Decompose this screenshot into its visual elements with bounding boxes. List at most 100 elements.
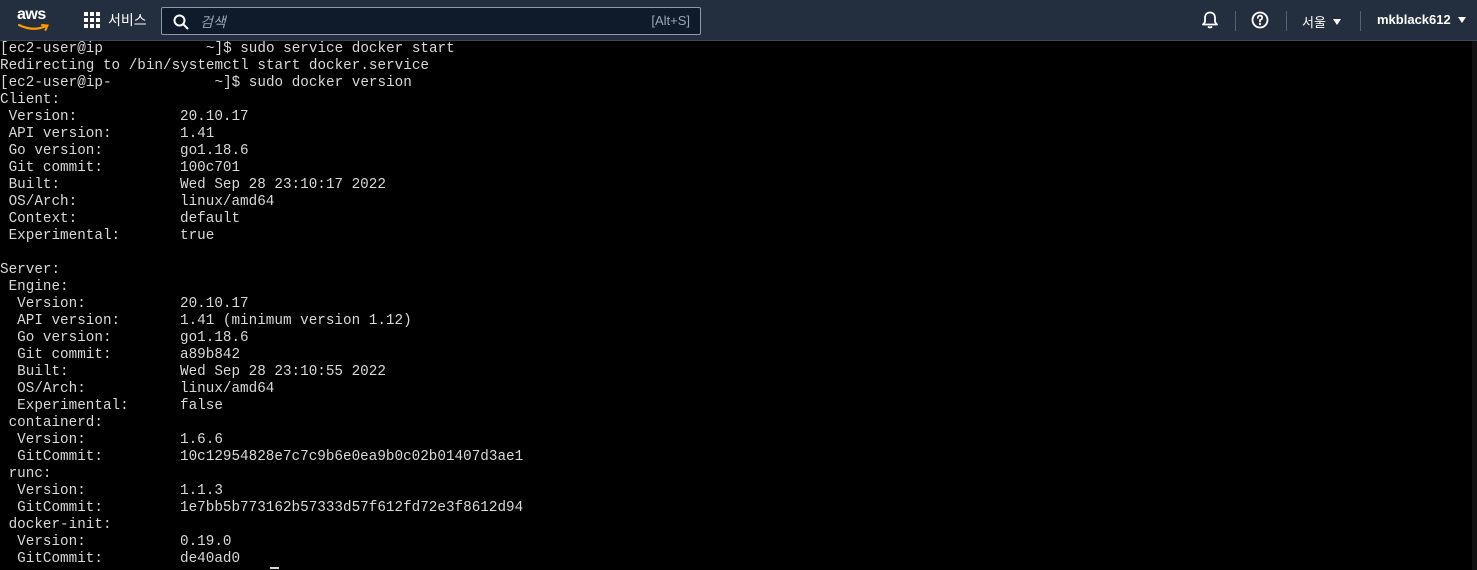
search-icon bbox=[173, 14, 189, 30]
terminal-line-value: 1.41 bbox=[180, 126, 215, 142]
terminal-line-value: default bbox=[180, 211, 241, 227]
terminal-line: Engine: bbox=[0, 279, 1477, 296]
region-label: 서울 bbox=[1302, 15, 1326, 30]
terminal-line: Version: 1.1.3 bbox=[0, 483, 1477, 500]
terminal-line-value: 20.10.17 bbox=[180, 109, 249, 125]
terminal-line-text: runc: bbox=[0, 466, 52, 482]
terminal-line-text: Engine: bbox=[0, 279, 69, 295]
divider bbox=[1360, 11, 1361, 31]
terminal-line: API version: 1.41 bbox=[0, 126, 1477, 143]
help-button[interactable] bbox=[1251, 11, 1269, 34]
terminal-output[interactable]: [ec2-user@ip ~]$ sudo service docker sta… bbox=[0, 41, 1477, 570]
terminal-scrollbar[interactable] bbox=[1472, 41, 1477, 570]
terminal-line: Context: default bbox=[0, 211, 1477, 228]
terminal-line-value: false bbox=[180, 398, 223, 414]
terminal-line: Client: bbox=[0, 92, 1477, 109]
terminal-line-text: Version: bbox=[0, 109, 78, 125]
aws-logo[interactable]: aws bbox=[17, 6, 51, 34]
aws-console-nav-bar: aws 서비스 [Alt+S] 서울 bbox=[0, 0, 1477, 41]
terminal-line-text: GitCommit: bbox=[0, 500, 103, 516]
terminal-line-value: go1.18.6 bbox=[180, 330, 249, 346]
terminal-line-text: OS/Arch: bbox=[0, 381, 86, 397]
terminal-line: [ec2-user@ip ~]$ sudo service docker sta… bbox=[0, 41, 1477, 58]
terminal-line: [ec2-user@ip- ~]$ sudo docker version bbox=[0, 75, 1477, 92]
terminal-line: API version: 1.41 (minimum version 1.12) bbox=[0, 313, 1477, 330]
terminal-line-value: Wed Sep 28 23:10:17 2022 bbox=[180, 177, 386, 193]
terminal-line-text: Git commit: bbox=[0, 347, 112, 363]
account-menu[interactable]: mkblack612 bbox=[1377, 12, 1466, 27]
notifications-button[interactable] bbox=[1200, 10, 1220, 35]
terminal-line-text: Built: bbox=[0, 364, 69, 380]
terminal-line-value: 100c701 bbox=[180, 160, 241, 176]
terminal-line: Go version: go1.18.6 bbox=[0, 330, 1477, 347]
terminal-line: OS/Arch: linux/amd64 bbox=[0, 194, 1477, 211]
terminal-line-value: Wed Sep 28 23:10:55 2022 bbox=[180, 364, 386, 380]
terminal-line: Built: Wed Sep 28 23:10:17 2022 bbox=[0, 177, 1477, 194]
terminal-line-text: Version: bbox=[0, 534, 86, 550]
terminal-line-text: containerd: bbox=[0, 415, 103, 431]
terminal-line: Experimental: false bbox=[0, 398, 1477, 415]
search-shortcut-hint: [Alt+S] bbox=[651, 13, 690, 28]
terminal-line-text: Context: bbox=[0, 211, 78, 227]
terminal-line: containerd: bbox=[0, 415, 1477, 432]
terminal-line: Version: 20.10.17 bbox=[0, 109, 1477, 126]
terminal-line: GitCommit: 10c12954828e7c7c9b6e0ea9b0c02b… bbox=[0, 449, 1477, 466]
terminal-line-text: Built: bbox=[0, 177, 61, 193]
terminal-line-value: linux/amd64 bbox=[180, 381, 275, 397]
terminal-line-text: API version: bbox=[0, 313, 121, 329]
divider bbox=[1286, 11, 1287, 31]
terminal-line-value: 1.41 (minimum version 1.12) bbox=[180, 313, 412, 329]
divider bbox=[1235, 11, 1236, 31]
terminal-line-text: Server: bbox=[0, 262, 61, 278]
terminal-line: Experimental: true bbox=[0, 228, 1477, 245]
terminal-line: OS/Arch: linux/amd64 bbox=[0, 381, 1477, 398]
terminal-line: Version: 1.6.6 bbox=[0, 432, 1477, 449]
terminal-line-text: Go version: bbox=[0, 143, 103, 159]
help-icon bbox=[1251, 11, 1269, 29]
bell-icon bbox=[1202, 11, 1218, 29]
terminal-line-value: de40ad0 bbox=[180, 551, 241, 567]
terminal-line: Version: 0.19.0 bbox=[0, 534, 1477, 551]
terminal-line: Version: 20.10.17 bbox=[0, 296, 1477, 313]
caret-down-icon bbox=[1457, 16, 1466, 23]
terminal-line-value: true bbox=[180, 228, 215, 244]
terminal-line: Redirecting to /bin/systemctl start dock… bbox=[0, 58, 1477, 75]
terminal-line: Git commit: a89b842 bbox=[0, 347, 1477, 364]
caret-down-icon bbox=[1332, 18, 1341, 25]
services-label: 서비스 bbox=[108, 12, 147, 28]
terminal-line: docker-init: bbox=[0, 517, 1477, 534]
terminal-line: Git commit: 100c701 bbox=[0, 160, 1477, 177]
terminal-line-text: [ec2-user@ip ~]$ sudo service docker sta… bbox=[0, 41, 455, 57]
terminal-line-text: Git commit: bbox=[0, 160, 103, 176]
terminal-line: GitCommit: de40ad0 bbox=[0, 551, 1477, 568]
terminal-line-value: 0.19.0 bbox=[180, 534, 232, 550]
terminal-line-text: GitCommit: bbox=[0, 551, 103, 567]
grid-icon bbox=[84, 12, 100, 28]
terminal-line-text: GitCommit: bbox=[0, 449, 103, 465]
terminal-line-text: Client: bbox=[0, 92, 61, 108]
terminal-line-text: Version: bbox=[0, 483, 86, 499]
terminal-line: runc: bbox=[0, 466, 1477, 483]
terminal-line-text: Experimental: bbox=[0, 228, 121, 244]
terminal-line-text: API version: bbox=[0, 126, 112, 142]
terminal-line-value: 20.10.17 bbox=[180, 296, 249, 312]
terminal-line-text: Redirecting to /bin/systemctl start dock… bbox=[0, 58, 429, 74]
search-box[interactable]: [Alt+S] bbox=[161, 7, 701, 35]
account-label: mkblack612 bbox=[1377, 12, 1451, 27]
search-input[interactable] bbox=[198, 11, 622, 33]
terminal-line-text: Version: bbox=[0, 296, 86, 312]
terminal-line-text: [ec2-user@ip- ~]$ sudo docker version bbox=[0, 75, 412, 91]
aws-logo-text: aws bbox=[17, 6, 46, 23]
region-selector[interactable]: 서울 bbox=[1302, 12, 1341, 31]
terminal-line-text: Go version: bbox=[0, 330, 112, 346]
terminal-line-value: 1.1.3 bbox=[180, 483, 223, 499]
aws-smile-icon bbox=[18, 24, 49, 31]
terminal-line: GitCommit: 1e7bb5b773162b57333d57f612fd72… bbox=[0, 500, 1477, 517]
terminal-line: Go version: go1.18.6 bbox=[0, 143, 1477, 160]
services-menu-button[interactable]: 서비스 bbox=[84, 9, 147, 31]
terminal-line-value: go1.18.6 bbox=[180, 143, 249, 159]
terminal-line-text: Experimental: bbox=[0, 398, 129, 414]
terminal-line: Built: Wed Sep 28 23:10:55 2022 bbox=[0, 364, 1477, 381]
terminal-line-text: Version: bbox=[0, 432, 86, 448]
terminal-line-value: 1e7bb5b773162b57333d57f612fd72e3f8612d94 bbox=[180, 500, 524, 516]
